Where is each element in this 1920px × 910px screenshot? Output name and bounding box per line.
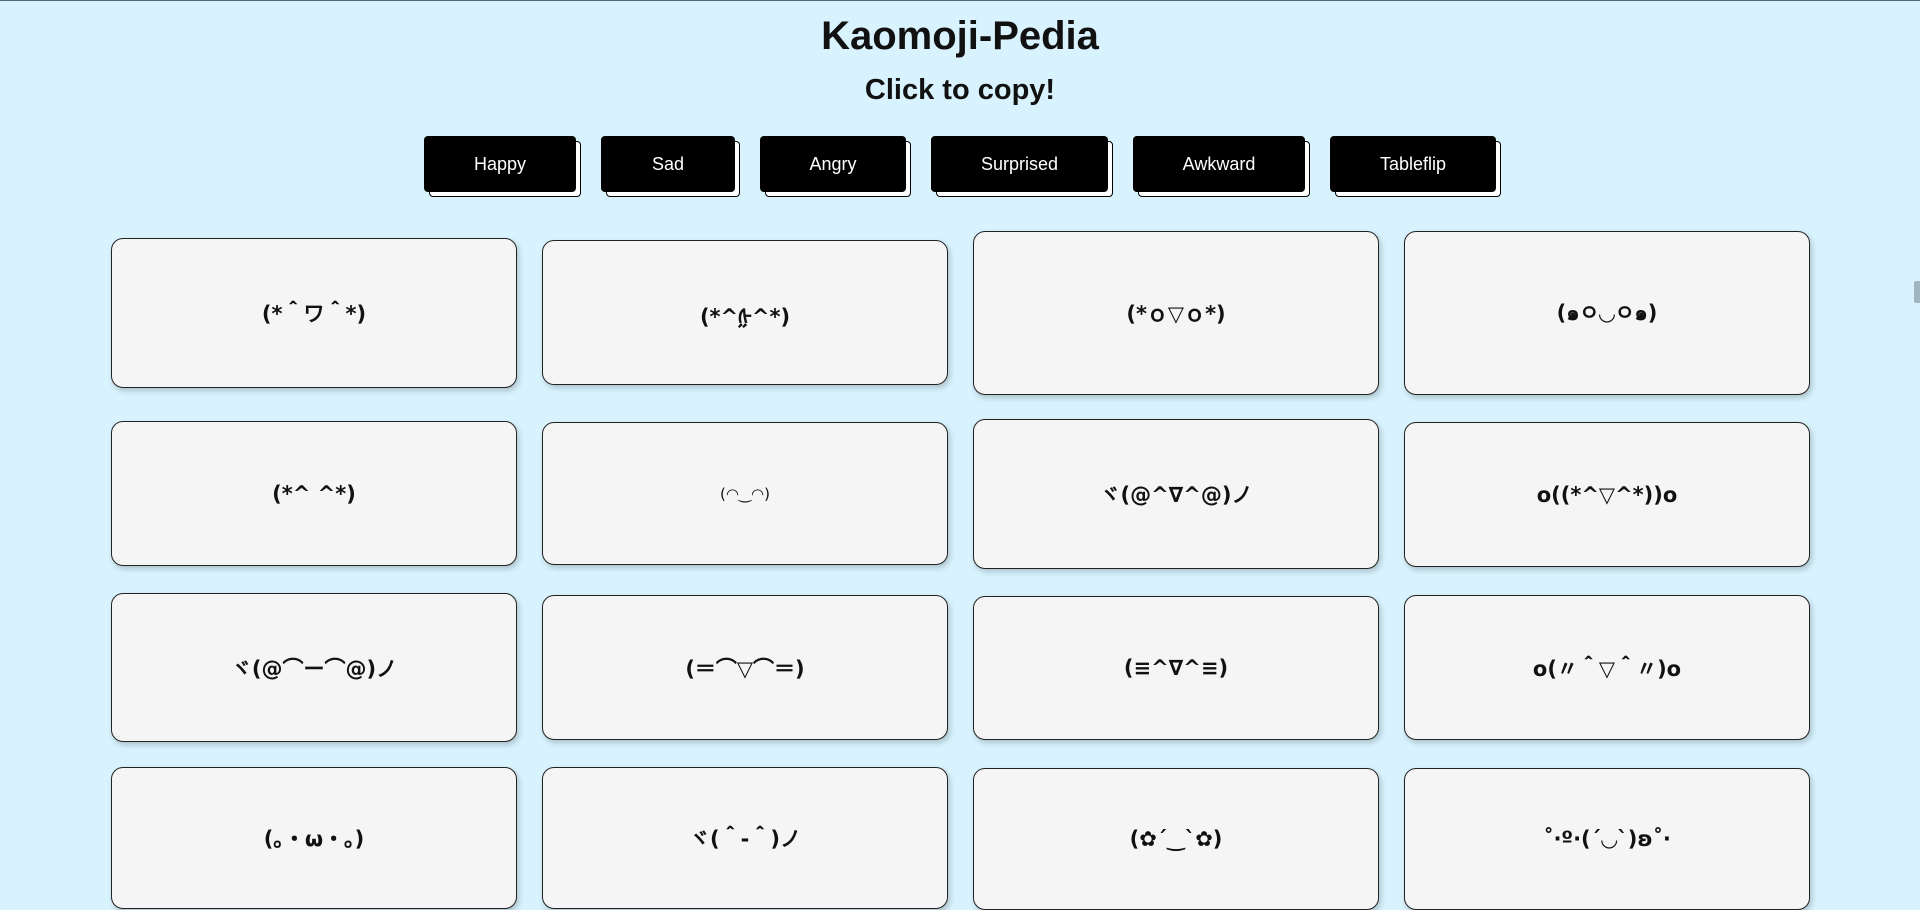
category-surprised-wrap: Surprised [931, 136, 1113, 197]
category-button-happy[interactable]: Happy [424, 136, 576, 192]
kaomoji-card[interactable]: (✿´‿`✿) [973, 768, 1379, 910]
category-sad-wrap: Sad [601, 136, 740, 197]
category-button-surprised[interactable]: Surprised [931, 136, 1108, 192]
page-subtitle: Click to copy! [864, 74, 1056, 106]
category-button-sad[interactable]: Sad [601, 136, 735, 192]
category-tableflip-wrap: Tableflip [1330, 136, 1501, 197]
category-happy-wrap: Happy [424, 136, 581, 197]
kaomoji-card[interactable]: ˚‧º·(´◡`)ʚ˚‧ [1404, 768, 1810, 910]
category-button-tableflip[interactable]: Tableflip [1330, 136, 1496, 192]
kaomoji-card[interactable]: (｡・ω・｡) [111, 767, 517, 909]
kaomoji-card[interactable]: (◠‿◠) [542, 422, 948, 565]
kaomoji-card[interactable]: o((*^▽^*))o [1404, 422, 1810, 567]
page-title: Kaomoji-Pedia [821, 14, 1099, 58]
top-border [0, 0, 1920, 1]
kaomoji-card[interactable]: (*ｏ▽ｏ*) [973, 231, 1379, 395]
category-awkward-wrap: Awkward [1133, 136, 1310, 197]
category-angry-wrap: Angry [760, 136, 911, 197]
kaomoji-card[interactable]: ヾ(@^∇^@)ノ [973, 419, 1379, 569]
kaomoji-card[interactable]: ヾ(@⌒ー⌒@)ノ [111, 593, 517, 742]
category-bar: Happy Sad Angry Surprised Awkward Tablef… [0, 136, 1920, 197]
kaomoji-card[interactable]: (*^ᢔ^*) [542, 240, 948, 385]
page-edge-tab [1914, 281, 1920, 303]
kaomoji-card[interactable]: ヾ(＾-＾)ノ [542, 767, 948, 909]
kaomoji-card[interactable]: o(〃＾▽＾〃)o [1404, 595, 1810, 740]
kaomoji-card[interactable]: (๑ㅇ◡ㅇ๑) [1404, 231, 1810, 395]
category-button-angry[interactable]: Angry [760, 136, 906, 192]
kaomoji-card[interactable]: (≡^∇^≡) [973, 596, 1379, 740]
kaomoji-card[interactable]: (*＾ワ＾*) [111, 238, 517, 388]
kaomoji-card[interactable]: (＝⌒▽⌒＝) [542, 595, 948, 740]
kaomoji-card[interactable]: (*^ ^*) [111, 421, 517, 566]
category-button-awkward[interactable]: Awkward [1133, 136, 1305, 192]
